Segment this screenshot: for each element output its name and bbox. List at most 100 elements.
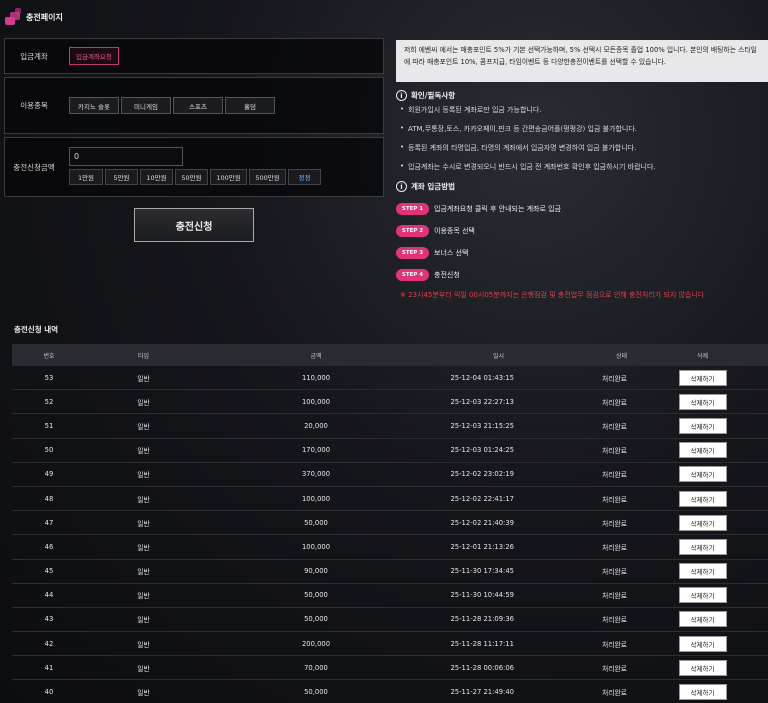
category-sports-button[interactable]: 스포츠	[173, 97, 223, 114]
cell-status: 처리완료	[601, 664, 627, 673]
cell-type: 일반	[137, 640, 150, 649]
category-label: 이용종목	[20, 101, 48, 110]
category-minigame-button[interactable]: 미니게임	[121, 97, 171, 114]
amount-500k-button[interactable]: 50만원	[175, 169, 208, 185]
amount-1m-button[interactable]: 100만원	[210, 169, 247, 185]
cell-amount: 50,000	[304, 688, 328, 697]
cell-type: 일반	[137, 495, 150, 504]
note-item: 회원가입시 등록된 계좌로만 입금 가능합니다.	[400, 105, 768, 115]
cell-delete: 삭제하기	[637, 417, 768, 434]
amount-50k-button[interactable]: 5만원	[105, 169, 138, 185]
cell-no: 41	[44, 663, 54, 672]
note-item: 입금계좌는 수시로 변경되오니 반드시 입금 전 계좌번호 확인후 입금하시기 …	[400, 162, 768, 172]
cell-delete: 삭제하기	[637, 659, 768, 676]
note-item: ATM,무통장,토스, 카카오페이,핀크 등 간편송금어플(펑펑강) 입금 불가…	[400, 124, 768, 134]
cell-status: 처리완료	[601, 447, 627, 456]
cell-type: 일반	[137, 592, 150, 601]
table-row: 53 일반 110,000 25-12-04 01:43:15 처리완료 삭제하기	[12, 366, 768, 391]
cell-amount: 200,000	[301, 639, 331, 648]
delete-button[interactable]: 삭제하기	[678, 538, 727, 555]
cell-type: 일반	[137, 616, 150, 625]
amount-label: 충전신청금액	[13, 162, 55, 172]
table-row: 40 일반 50,000 25-11-27 21:49:40 처리완료 삭제하기	[12, 680, 768, 703]
cell-amount: 110,000	[301, 373, 331, 382]
table-body: 53 일반 110,000 25-12-04 01:43:15 처리완료 삭제하기 52 일반…	[12, 366, 768, 703]
cell-status: 처리완료	[601, 471, 627, 480]
step-badge: STEP 1	[396, 203, 429, 215]
amount-reset-button[interactable]: 정정	[288, 169, 321, 185]
cell-type: 일반	[137, 543, 150, 552]
step-badge: STEP 2	[396, 225, 429, 237]
note-item: 등록된 계좌의 타명입금, 타명의 계좌에서 입금자명 변경하여 입금 불가합니…	[400, 143, 768, 153]
cell-amount: 370,000	[301, 470, 331, 479]
category-casino-slot-button[interactable]: 카지노 슬롯	[69, 97, 119, 114]
cell-date: 25-11-30 17:34:45	[450, 567, 514, 576]
cell-delete: 삭제하기	[637, 442, 768, 459]
cell-status: 처리완료	[601, 592, 627, 601]
category-holdem-button[interactable]: 홀덤	[225, 97, 275, 114]
cell-no: 47	[44, 518, 54, 527]
cell-date: 25-12-03 21:15:25	[450, 421, 514, 430]
info-icon: i	[396, 181, 407, 192]
cell-status: 처리완료	[601, 640, 627, 649]
cell-date: 25-12-01 21:13:26	[450, 542, 514, 551]
cell-type: 일반	[137, 374, 150, 383]
account-request-button[interactable]: 입금계좌요청	[69, 47, 119, 65]
delete-button[interactable]: 삭제하기	[678, 369, 727, 386]
cell-no: 44	[44, 591, 54, 600]
cell-amount: 170,000	[301, 446, 331, 455]
cell-date: 25-12-03 01:24:25	[450, 446, 514, 455]
cell-amount: 70,000	[304, 663, 328, 672]
step-badge: STEP 3	[396, 247, 429, 259]
delete-button[interactable]: 삭제하기	[678, 611, 727, 628]
cell-delete: 삭제하기	[637, 466, 768, 483]
info-panel: 저희 에벤씨 에서는 매충포인트 5%가 기본 선택가능하며, 5% 선택시 모…	[396, 40, 768, 300]
delete-button[interactable]: 삭제하기	[678, 514, 727, 531]
table-row: 50 일반 170,000 25-12-03 01:24:25 처리완료 삭제하기	[12, 439, 768, 463]
cell-delete: 삭제하기	[637, 635, 768, 652]
table-row: 44 일반 50,000 25-11-30 10:44:59 처리완료 삭제하기	[12, 584, 768, 608]
amount-input[interactable]: 0	[69, 147, 183, 166]
table-row: 42 일반 200,000 25-11-28 11:17:11 처리완료 삭제하기	[12, 632, 768, 657]
delete-button[interactable]: 삭제하기	[678, 393, 727, 410]
steps-list: STEP 1 입금계좌요청 클릭 후 안내되는 계좌로 입금 STEP 2 이용…	[396, 198, 768, 286]
delete-button[interactable]: 삭제하기	[678, 417, 727, 434]
delete-button[interactable]: 삭제하기	[678, 442, 727, 459]
cell-status: 처리완료	[601, 374, 627, 383]
table-row: 47 일반 50,000 25-12-02 21:40:39 처리완료 삭제하기	[12, 511, 768, 536]
column-header-status: 상태	[615, 352, 627, 360]
cell-type: 일반	[137, 689, 150, 698]
cell-delete: 삭제하기	[637, 587, 768, 604]
column-header-type: 타입	[137, 352, 150, 360]
cell-status: 처리완료	[601, 422, 627, 431]
step-badge: STEP 4	[396, 269, 429, 281]
amount-100k-button[interactable]: 10만원	[140, 169, 173, 185]
column-header-amount: 금액	[310, 352, 322, 360]
cell-amount: 50,000	[304, 518, 328, 527]
cell-delete: 삭제하기	[637, 538, 768, 555]
cell-status: 처리완료	[601, 568, 627, 577]
delete-button[interactable]: 삭제하기	[678, 563, 727, 580]
cell-date: 25-12-04 01:43:15	[450, 373, 514, 382]
cell-no: 45	[44, 567, 54, 576]
cell-amount: 100,000	[301, 397, 331, 406]
amount-10k-button[interactable]: 1만원	[69, 169, 103, 185]
delete-button[interactable]: 삭제하기	[678, 684, 727, 701]
cell-amount: 50,000	[304, 615, 328, 624]
delete-button[interactable]: 삭제하기	[678, 659, 727, 676]
step-item: STEP 3 보너스 선택	[396, 242, 768, 264]
account-label: 입금계좌	[20, 51, 48, 61]
cell-delete: 삭제하기	[637, 369, 768, 386]
charge-submit-button[interactable]: 충전신청	[134, 208, 254, 242]
cell-date: 25-12-02 23:02:19	[450, 470, 514, 479]
cell-date: 25-12-03 22:27:13	[450, 397, 514, 406]
delete-button[interactable]: 삭제하기	[678, 466, 727, 483]
delete-button[interactable]: 삭제하기	[678, 490, 727, 507]
cell-date: 25-11-28 21:09:36	[450, 615, 514, 624]
delete-button[interactable]: 삭제하기	[678, 587, 727, 604]
cell-status: 처리완료	[601, 616, 627, 625]
category-row: 이용종목 카지노 슬롯 미니게임 스포츠 홀덤	[4, 77, 384, 134]
amount-5m-button[interactable]: 500만원	[249, 169, 286, 185]
delete-button[interactable]: 삭제하기	[678, 635, 727, 652]
cell-type: 일반	[137, 398, 150, 407]
